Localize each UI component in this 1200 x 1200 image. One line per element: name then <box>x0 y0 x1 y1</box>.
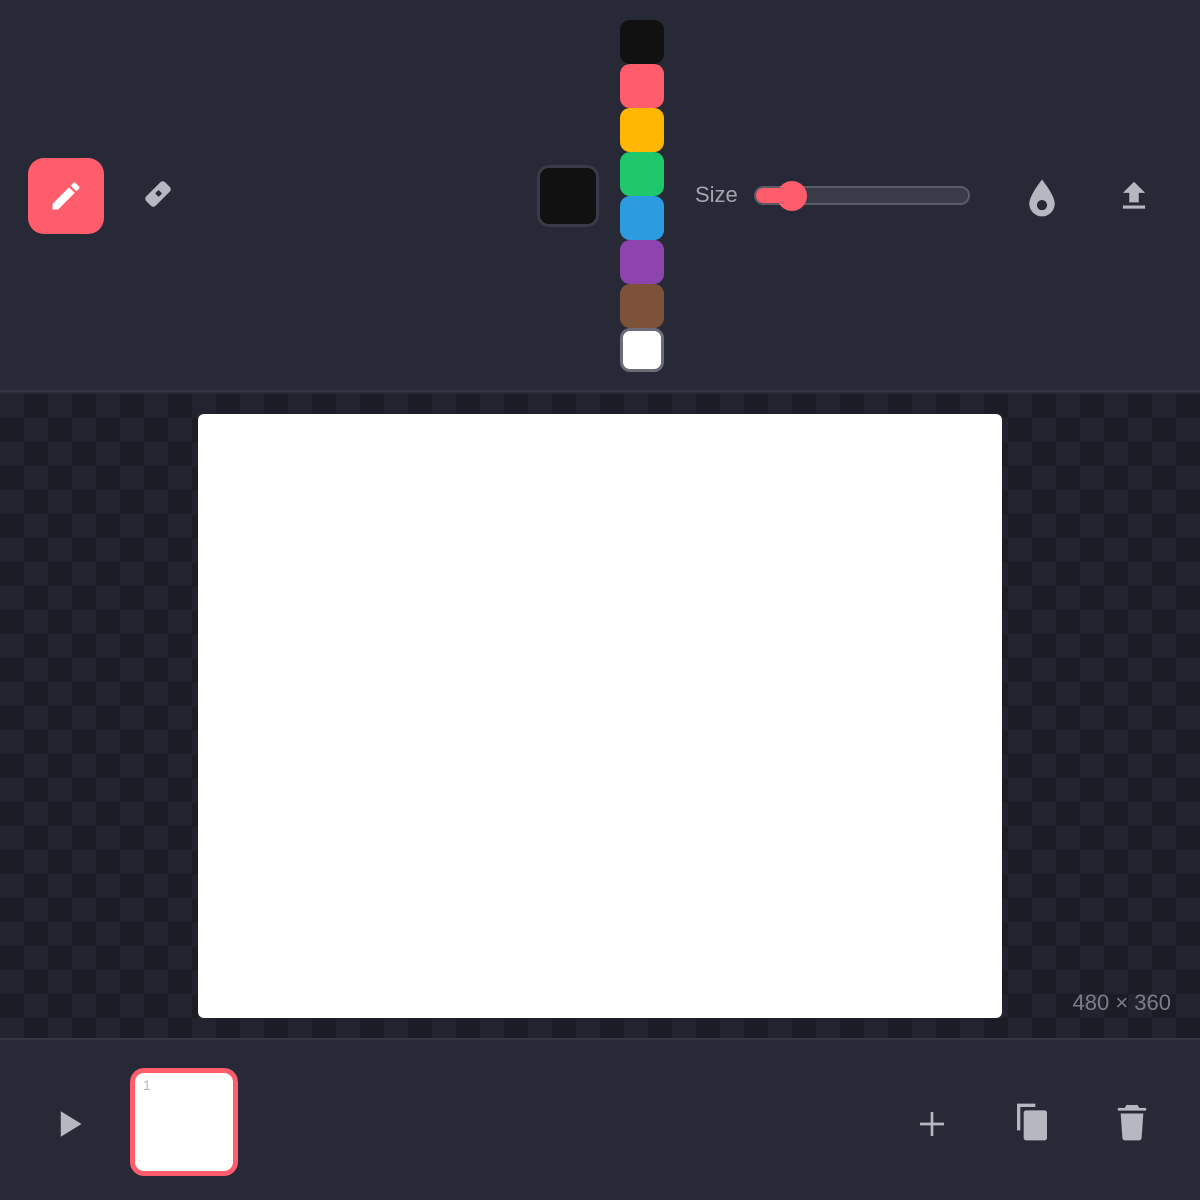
pencil-icon <box>52 182 80 210</box>
upload-icon <box>1122 181 1146 209</box>
eraser-tool-button[interactable] <box>120 156 196 232</box>
canvas-area: 480 × 360 <box>0 394 1200 1038</box>
frame-thumbnail[interactable]: 1 <box>130 1068 238 1176</box>
eraser-icon <box>145 181 171 207</box>
plus-icon <box>920 1112 944 1136</box>
delete-frame-button[interactable] <box>1106 1096 1158 1148</box>
color-swatch[interactable] <box>620 152 664 196</box>
color-swatch[interactable] <box>620 20 664 64</box>
copy-icon <box>1017 1103 1047 1141</box>
color-swatch[interactable] <box>620 328 664 372</box>
color-swatch[interactable] <box>620 64 664 108</box>
frame-number: 1 <box>143 1077 151 1093</box>
timeline: 1 <box>0 1038 1200 1200</box>
brush-tool-button[interactable] <box>28 158 104 234</box>
color-swatch[interactable] <box>620 240 664 284</box>
add-frame-button[interactable] <box>906 1098 958 1150</box>
drawing-canvas[interactable] <box>198 414 1002 1018</box>
trash-icon <box>1117 1105 1147 1141</box>
drop-icon <box>1029 179 1055 217</box>
slider-thumb[interactable] <box>777 180 808 211</box>
current-color-swatch[interactable] <box>537 165 599 227</box>
size-label: Size <box>695 182 738 207</box>
play-button[interactable] <box>46 1100 94 1148</box>
color-palette <box>620 20 664 372</box>
toolbar: Size <box>0 0 1200 392</box>
color-swatch[interactable] <box>620 196 664 240</box>
play-icon <box>60 1111 82 1137</box>
fill-button[interactable] <box>1018 174 1066 222</box>
canvas-dimensions: 480 × 360 <box>1072 990 1171 1015</box>
color-swatch[interactable] <box>620 284 664 328</box>
color-swatch[interactable] <box>620 108 664 152</box>
export-button[interactable] <box>1110 172 1158 220</box>
brush-size-slider[interactable] <box>754 180 970 211</box>
duplicate-frame-button[interactable] <box>1006 1096 1058 1148</box>
